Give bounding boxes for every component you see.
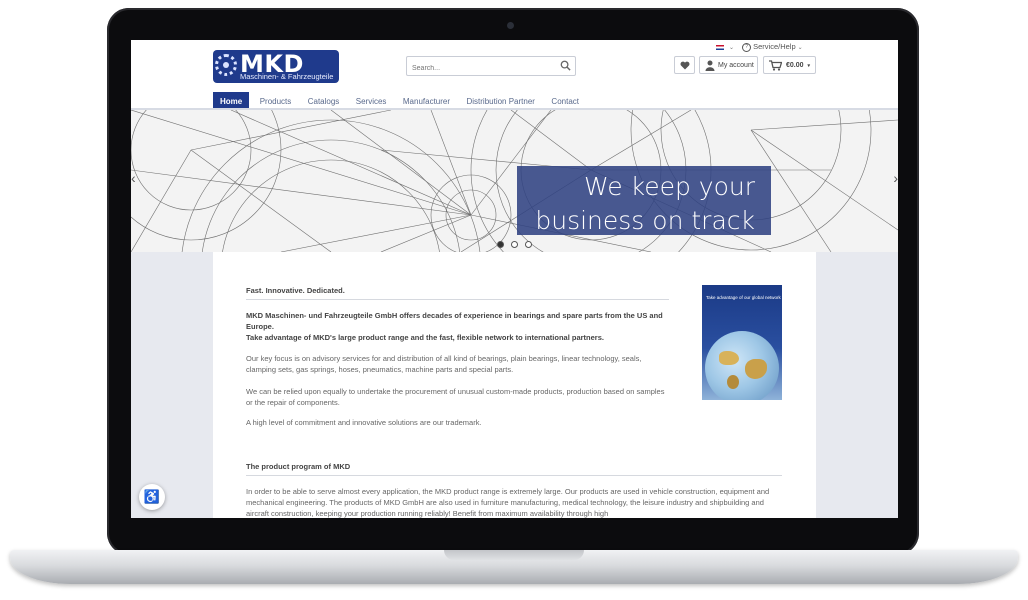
language-flag-icon[interactable] <box>716 44 724 50</box>
browser-screen: MKD Maschinen- & Fahrzeugteile ⌄ ?Servic… <box>131 40 898 518</box>
right-gutter <box>816 252 898 518</box>
globe-icon <box>705 331 779 400</box>
intro-bold-1: MKD Maschinen- und Fahrzeugteile GmbH of… <box>246 311 663 331</box>
divider <box>246 299 669 300</box>
search-box <box>406 56 576 78</box>
search-input[interactable] <box>407 59 552 78</box>
cart-icon <box>769 60 782 71</box>
slider-dots <box>497 235 539 252</box>
search-icon[interactable] <box>560 60 571 71</box>
brochure-image[interactable]: Take advantage of our global network <box>702 285 782 400</box>
hero-caption-box: We keep your business on track <box>517 166 771 235</box>
wishlist-button[interactable] <box>674 56 695 74</box>
accessibility-icon[interactable]: ♿ <box>139 484 165 510</box>
chevron-down-icon: ⌄ <box>797 45 803 51</box>
paragraph-product-program: In order to be able to serve almost ever… <box>246 487 770 518</box>
logo-subtitle: Maschinen- & Fahrzeugteile <box>240 72 334 81</box>
my-account-button[interactable]: My account <box>699 56 758 74</box>
tagline: Fast. Innovative. Dedicated. <box>246 286 345 295</box>
divider <box>246 475 782 476</box>
paragraph-trademark: A high level of commitment and innovativ… <box>246 418 482 427</box>
user-icon <box>705 60 715 71</box>
paragraph-services: Our key focus is on advisory services fo… <box>246 354 642 374</box>
hero-headline-line2: business on track <box>535 206 755 235</box>
paragraph-procurement: We can be relied upon equally to underta… <box>246 387 665 407</box>
intro-bold-2: Take advantage of MKD's large product ra… <box>246 333 604 342</box>
brochure-title: Take advantage of our global network <box>706 295 781 300</box>
top-meta-bar: ⌄ ? Service/Help ⌄ <box>716 42 809 52</box>
cart-button[interactable]: €0.00 ▾ <box>763 56 816 74</box>
hero-headline: We keep your business on track <box>535 170 755 238</box>
laptop-notch <box>444 550 584 560</box>
webcam <box>507 22 514 29</box>
slider-dot-1[interactable] <box>497 241 504 248</box>
hero-slider: ‹ › We keep your business on track <box>131 110 898 252</box>
hero-technical-drawing <box>131 110 898 252</box>
slider-dot-3[interactable] <box>525 241 532 248</box>
mkd-logo[interactable]: MKD Maschinen- & Fahrzeugteile <box>213 50 339 83</box>
chevron-down-icon: ⌄ <box>729 45 735 51</box>
help-icon: ? <box>742 42 752 52</box>
slider-prev-arrow-icon[interactable]: ‹ <box>131 170 136 186</box>
left-gutter <box>131 252 213 518</box>
slider-dot-2[interactable] <box>511 241 518 248</box>
slider-next-arrow-icon[interactable]: › <box>893 170 898 186</box>
service-help-link[interactable]: Service/Help <box>753 42 796 51</box>
my-account-label: My account <box>718 62 754 69</box>
section-title-product-program: The product program of MKD <box>246 462 351 471</box>
cart-total: €0.00 <box>786 62 804 69</box>
heart-icon <box>680 61 689 70</box>
main-content: Fast. Innovative. Dedicated. MKD Maschin… <box>213 252 816 518</box>
hero-headline-line1: We keep your <box>584 172 755 201</box>
chevron-down-icon: ▾ <box>807 63 810 69</box>
gear-icon <box>215 54 237 76</box>
